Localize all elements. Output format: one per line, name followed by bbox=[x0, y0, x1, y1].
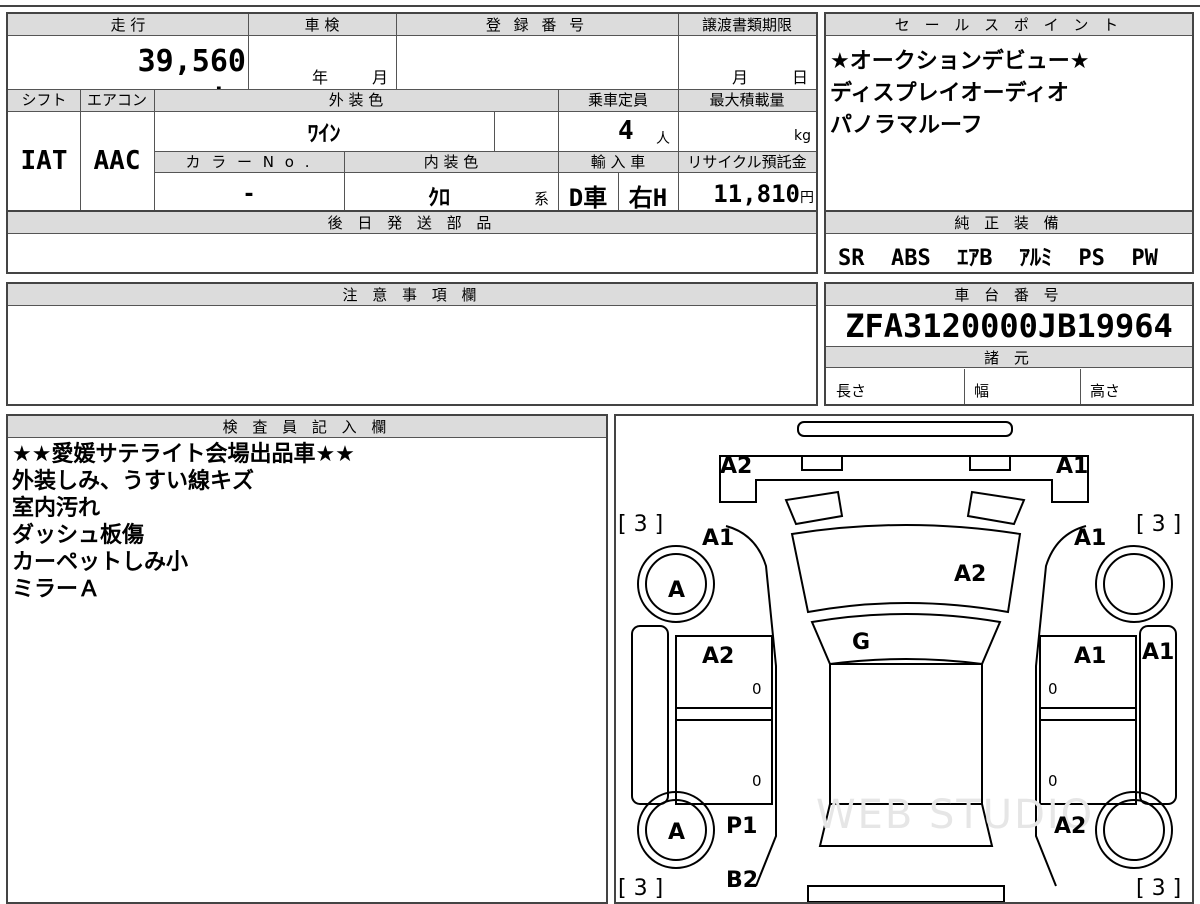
shift-label: シフト bbox=[21, 91, 67, 109]
inspector-title: 検 査 員 記 入 欄 bbox=[8, 416, 606, 438]
genuine-equipment-title: 純 正 装 備 bbox=[826, 212, 1192, 234]
pillar-right-grade: A1 bbox=[1142, 640, 1175, 665]
int-color-value: ｸﾛ bbox=[427, 186, 450, 211]
top-strip-line bbox=[0, 0, 1200, 7]
inspector-note-line: 外装しみ、うすい線キズ bbox=[12, 469, 255, 494]
sales-points-list: ★オークションデビュー★ ディスプレイオーディオ パノラマルーフ bbox=[826, 46, 1192, 142]
capacity-unit: 人 bbox=[656, 131, 670, 147]
door-value: 0 bbox=[752, 772, 762, 790]
rear-left-grade-2: B2 bbox=[726, 868, 759, 893]
maxload-unit: kg bbox=[794, 128, 811, 144]
color-no-label: カ ラ ー N o . bbox=[185, 153, 313, 171]
door-value: 0 bbox=[1048, 772, 1058, 790]
recycle-unit: 円 bbox=[800, 190, 814, 206]
bracket-rear-left: [ 3 ] bbox=[618, 876, 664, 901]
recycle-amount: 11,810 bbox=[713, 180, 800, 208]
inspection-month: 月 bbox=[372, 68, 389, 87]
fender-right-grade: A1 bbox=[1074, 526, 1107, 551]
car-diagram: WEB STUDIO A2 A1 [ 3 ] [ 3 ] A1 A1 A2 A … bbox=[614, 414, 1194, 904]
fender-left-grade: A1 bbox=[702, 526, 735, 551]
grid-line bbox=[494, 112, 495, 151]
hood-grade: A2 bbox=[954, 562, 987, 587]
recycle-label: リサイクル預託金 bbox=[687, 153, 807, 171]
inspection-year: 年 bbox=[312, 68, 329, 87]
grid-line bbox=[80, 89, 81, 210]
rear-left-grade: P1 bbox=[726, 814, 758, 839]
int-color-suffix: 系 bbox=[534, 190, 550, 208]
maxload-label: 最大積載量 bbox=[709, 91, 785, 109]
inspector-note-line: ダッシュ板傷 bbox=[12, 523, 145, 548]
capacity-value: 4 bbox=[618, 116, 634, 146]
sales-point-line: ★オークションデビュー★ bbox=[830, 49, 1090, 74]
inspector-note-line: カーペットしみ小 bbox=[12, 550, 189, 575]
transfer-month: 月 bbox=[732, 68, 749, 87]
front-right-grade: A1 bbox=[1056, 454, 1089, 479]
rear-right-grade: A2 bbox=[1054, 814, 1087, 839]
bracket-front-left: [ 3 ] bbox=[618, 512, 664, 537]
ac-value: AAC bbox=[93, 146, 141, 176]
capacity-label: 乗車定員 bbox=[587, 91, 648, 109]
transfer-day: 日 bbox=[792, 68, 809, 87]
sales-points-title: セ ー ル ス ポ イ ン ト bbox=[826, 14, 1192, 36]
inspector-note-line: ミラーＡ bbox=[12, 577, 101, 602]
int-color-label: 内 装 色 bbox=[423, 153, 479, 171]
inspector-note-line: ★★愛媛サテライト会場出品車★★ bbox=[12, 442, 355, 467]
grid-line bbox=[154, 89, 155, 210]
door-fr-grade: A1 bbox=[1074, 644, 1107, 669]
recycle-value: 11,810円 bbox=[682, 180, 814, 208]
color-no-value: - bbox=[242, 182, 256, 207]
inspection-label: 車 検 bbox=[304, 16, 340, 34]
caution-title: 注 意 事 項 欄 bbox=[8, 284, 816, 306]
windshield-grade: G bbox=[852, 630, 871, 655]
door-fl-grade: A2 bbox=[702, 644, 735, 669]
door-value: 0 bbox=[752, 680, 762, 698]
registration-label: 登 録 番 号 bbox=[485, 16, 589, 34]
grid-line bbox=[964, 369, 965, 404]
mileage-number: 39,560 bbox=[137, 44, 246, 79]
later-parts-label: 後 日 発 送 部 品 bbox=[8, 212, 816, 234]
door-value: 0 bbox=[1048, 680, 1058, 698]
spec-height: 高さ bbox=[1090, 382, 1121, 400]
inspector-note-line: 室内汚れ bbox=[12, 496, 101, 521]
grid-line bbox=[618, 173, 619, 210]
transfer-deadline-label: 譲渡書類期限 bbox=[701, 16, 792, 34]
grid-line bbox=[344, 151, 345, 210]
grid-line bbox=[248, 14, 249, 89]
inspector-notes: ★★愛媛サテライト会場出品車★★ 外装しみ、うすい線キズ 室内汚れ ダッシュ板傷… bbox=[8, 441, 604, 603]
sales-point-line: パノラマルーフ bbox=[830, 113, 983, 138]
import-label: 輸 入 車 bbox=[590, 153, 646, 171]
chassis-number: ZFA3120000JB19964 bbox=[845, 307, 1173, 345]
grid-line bbox=[678, 14, 679, 210]
diagram-watermark: WEB STUDIO bbox=[816, 792, 1095, 838]
specs-title: 諸 元 bbox=[826, 346, 1192, 368]
sales-point-line: ディスプレイオーディオ bbox=[830, 81, 1069, 106]
spec-width: 幅 bbox=[974, 382, 990, 400]
front-left-grade: A2 bbox=[720, 454, 753, 479]
spec-length: 長さ bbox=[836, 382, 867, 400]
grid-line bbox=[396, 14, 397, 89]
grid-line bbox=[1080, 369, 1081, 404]
shift-value: IAT bbox=[20, 146, 68, 176]
grid-line bbox=[558, 89, 559, 210]
mileage-label: 走 行 bbox=[110, 16, 146, 34]
bracket-front-right: [ 3 ] bbox=[1136, 512, 1182, 537]
genuine-equipment-value: SR ABS ｴｱB ｱﾙﾐ PS PW bbox=[838, 246, 1158, 271]
bracket-rear-right: [ 3 ] bbox=[1136, 876, 1182, 901]
tire-rear-grade: A bbox=[668, 820, 686, 845]
ac-label: エアコン bbox=[86, 91, 147, 109]
ext-color-label: 外 装 色 bbox=[328, 91, 384, 109]
chassis-title: 車 台 番 号 bbox=[826, 284, 1192, 306]
ext-color-value: ﾜｲﾝ bbox=[307, 122, 341, 147]
tire-front-grade: A bbox=[668, 578, 686, 603]
steering-value: 右H bbox=[628, 184, 668, 212]
import-value: D車 bbox=[568, 184, 608, 212]
